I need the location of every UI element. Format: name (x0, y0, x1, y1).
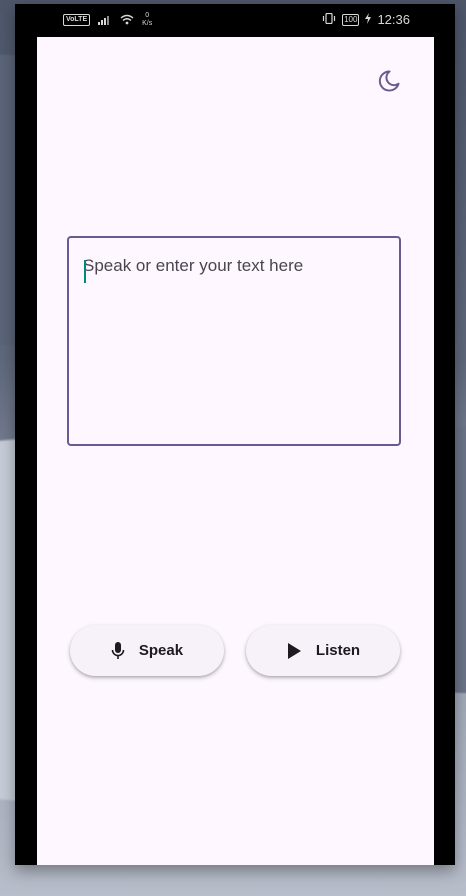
status-time: 12:36 (377, 12, 410, 27)
signal-icon (98, 13, 112, 28)
listen-button[interactable]: Listen (246, 625, 400, 676)
network-speed-unit: K/s (142, 20, 153, 27)
text-cursor (84, 260, 86, 283)
network-speed-value: 0 (145, 12, 150, 19)
play-icon (286, 642, 302, 660)
phone-frame: VoLTE 0 K/s 100 12:36 Speak or enter you… (15, 4, 455, 865)
text-input-container[interactable] (67, 236, 401, 446)
microphone-icon (111, 641, 125, 661)
listen-button-label: Listen (315, 642, 361, 659)
wifi-icon (120, 13, 134, 28)
battery-level: 100 (342, 13, 360, 26)
text-input[interactable] (83, 256, 388, 431)
app-screen: Speak Listen (37, 37, 434, 865)
speak-button-label: Speak (138, 642, 184, 659)
speak-button[interactable]: Speak (70, 625, 224, 676)
theme-toggle-button[interactable] (374, 68, 404, 98)
network-speed: 0 K/s (142, 12, 152, 28)
volte-indicator: VoLTE (63, 14, 91, 26)
status-bar-left: VoLTE 0 K/s (63, 12, 152, 28)
moon-icon (376, 68, 402, 99)
status-bar-right: 100 12:36 (322, 12, 410, 27)
vibrate-icon (322, 12, 336, 27)
charging-icon (365, 12, 372, 27)
status-bar: VoLTE 0 K/s 100 12:36 (15, 4, 455, 37)
